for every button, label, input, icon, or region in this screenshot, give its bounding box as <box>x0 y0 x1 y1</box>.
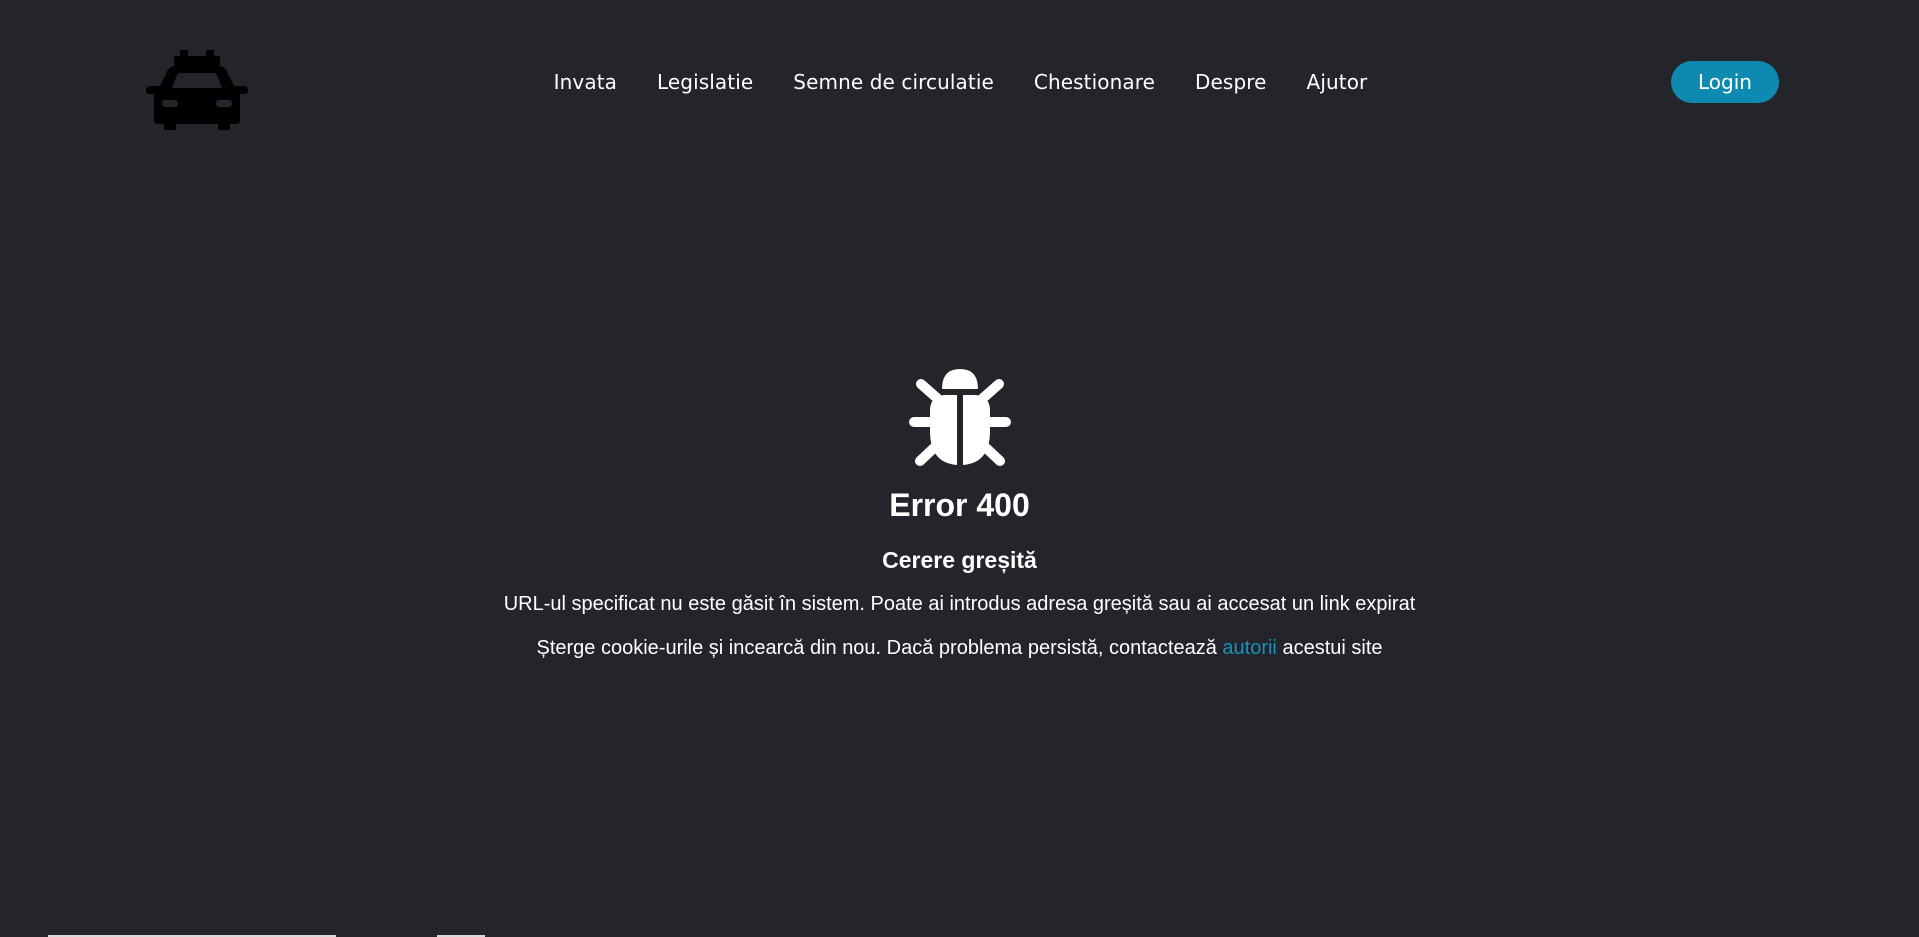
error-subtitle: Cerere greșită <box>882 547 1037 573</box>
nav-item-legislatie[interactable]: Legislatie <box>657 66 753 98</box>
nav-item-invata[interactable]: Invata <box>554 66 617 98</box>
nav-item-ajutor[interactable]: Ajutor <box>1307 66 1368 98</box>
main-nav: Invata Legislatie Semne de circulatie Ch… <box>0 66 1919 98</box>
error-hint-before: Șterge cookie-urile și incearcă din nou.… <box>536 637 1223 659</box>
site-header: Invata Legislatie Semne de circulatie Ch… <box>0 0 1919 165</box>
taxi-car-icon[interactable] <box>146 48 248 130</box>
login-button[interactable]: Login <box>1671 61 1779 103</box>
error-hint-after: acestui site <box>1276 637 1383 659</box>
authors-link[interactable]: autorii <box>1222 637 1276 659</box>
error-message: URL-ul specificat nu este găsit în siste… <box>503 593 1416 615</box>
error-title: Error 400 <box>889 487 1030 523</box>
nav-item-despre[interactable]: Despre <box>1195 66 1267 98</box>
error-section: Error 400 Cerere greșită URL-ul specific… <box>0 365 1919 663</box>
nav-item-semne-de-circulatie[interactable]: Semne de circulatie <box>793 66 994 98</box>
error-hint: Șterge cookie-urile și incearcă din nou.… <box>0 633 1919 663</box>
nav-item-chestionare[interactable]: Chestionare <box>1034 66 1155 98</box>
bug-icon <box>908 365 1012 469</box>
